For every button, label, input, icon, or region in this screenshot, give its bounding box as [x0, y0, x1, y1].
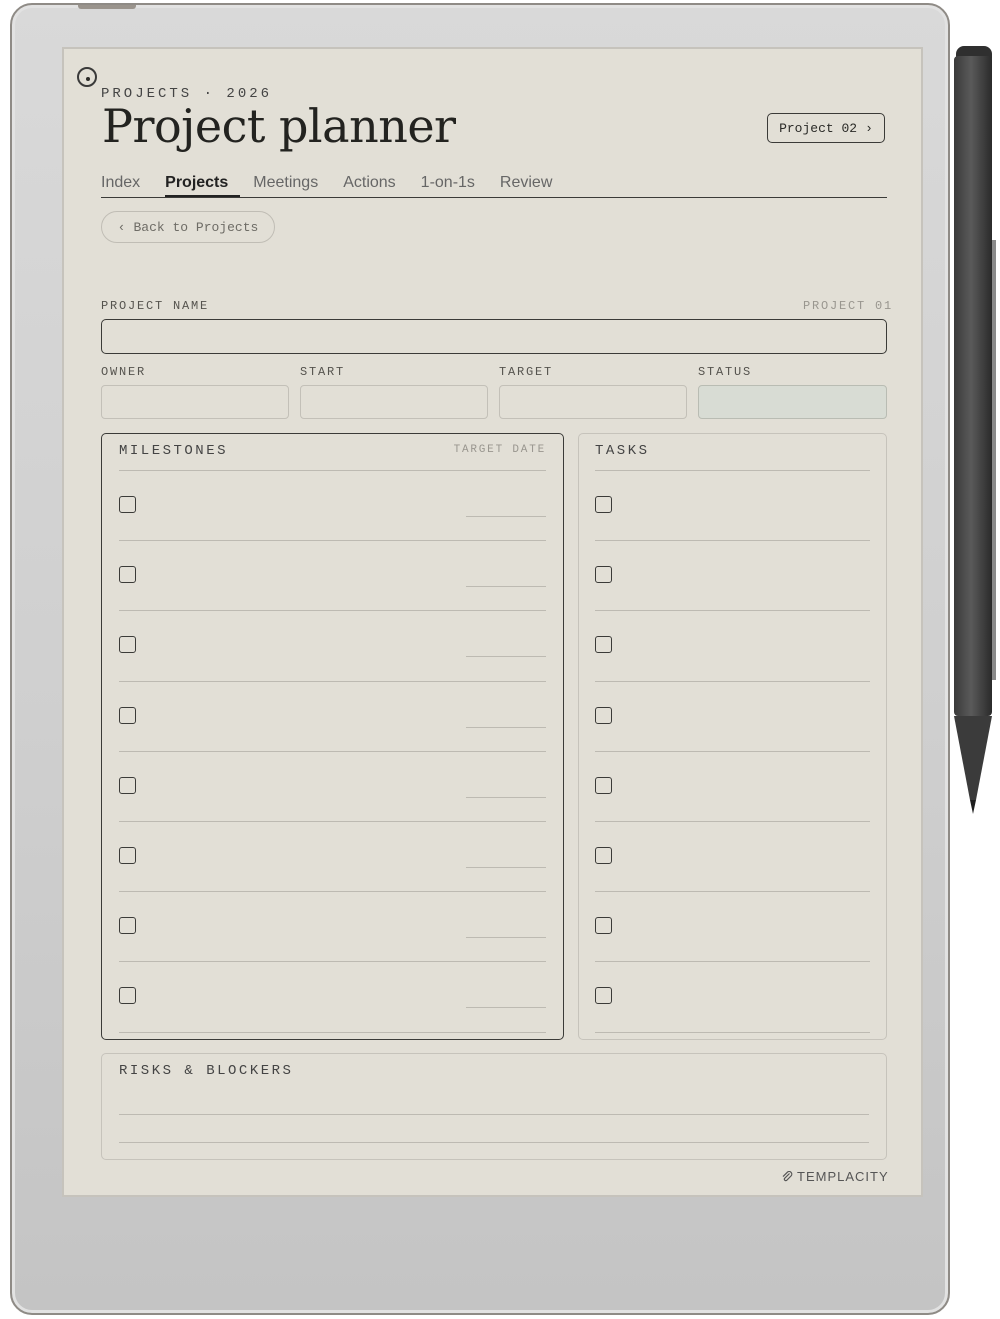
project-number: PROJECT 01 — [803, 299, 894, 313]
back-button-label: Back to Projects — [133, 219, 259, 235]
stylus-pen — [954, 46, 996, 814]
row-line[interactable] — [595, 610, 870, 612]
checkbox[interactable] — [595, 706, 612, 724]
checkbox[interactable] — [119, 847, 136, 864]
row-line[interactable] — [119, 961, 546, 963]
target-date-header: TARGET DATE — [453, 444, 546, 456]
power-button — [78, 5, 136, 9]
row-line[interactable] — [595, 680, 870, 682]
tab-index[interactable]: Index — [101, 173, 152, 197]
risks-title: RISKS & BLOCKERS — [119, 1063, 294, 1079]
chevron-left-icon: ‹ — [117, 219, 126, 235]
row-line[interactable] — [119, 680, 546, 682]
risks-panel: RISKS & BLOCKERS — [101, 1053, 887, 1160]
milestones-header-rule — [119, 470, 546, 471]
back-to-projects-button[interactable]: ‹ Back to Projects — [101, 211, 275, 243]
checkbox[interactable] — [119, 987, 136, 1005]
owner-label: OWNER — [101, 365, 147, 379]
row-line[interactable] — [595, 540, 870, 542]
status-field[interactable] — [698, 385, 887, 419]
home-icon[interactable] — [77, 67, 97, 87]
next-project-label: Project 02 — [779, 120, 858, 136]
row-line[interactable] — [119, 750, 546, 752]
target-date-line[interactable] — [466, 796, 546, 798]
checkbox[interactable] — [595, 987, 612, 1005]
start-label: START — [300, 365, 346, 379]
chevron-right-icon: › — [865, 120, 873, 136]
status-label: STATUS — [698, 365, 753, 379]
target-date-line[interactable] — [466, 867, 546, 868]
templacity-logo: TEMPLACITY — [781, 1169, 889, 1184]
logo-text: TEMPLACITY — [797, 1169, 889, 1184]
risks-line[interactable] — [119, 1142, 869, 1143]
project-name-field[interactable] — [101, 319, 887, 354]
target-date-line[interactable] — [466, 726, 546, 728]
milestones-panel: MILESTONES TARGET DATE — [101, 433, 564, 1040]
row-line[interactable] — [595, 961, 870, 963]
checkbox[interactable] — [595, 566, 612, 584]
checkbox[interactable] — [119, 706, 136, 724]
target-date-line[interactable] — [466, 586, 546, 588]
target-label: TARGET — [499, 365, 554, 379]
checkbox[interactable] — [595, 917, 612, 935]
row-line[interactable] — [595, 1031, 870, 1033]
row-line[interactable] — [595, 750, 870, 752]
row-line[interactable] — [119, 610, 546, 612]
tab-review[interactable]: Review — [500, 173, 564, 197]
checkbox[interactable] — [595, 636, 612, 654]
checkbox[interactable] — [119, 636, 136, 654]
tab-bar: Index Projects Meetings Actions 1-on-1s … — [101, 173, 887, 198]
row-line[interactable] — [119, 891, 546, 893]
tablet-device: PROJECTS · 2026 Project planner Project … — [10, 3, 950, 1315]
target-date-line[interactable] — [466, 656, 546, 658]
checkbox[interactable] — [119, 496, 136, 513]
checkbox[interactable] — [119, 566, 136, 584]
target-date-line[interactable] — [466, 937, 546, 939]
page-title: Project planner — [102, 99, 456, 153]
tasks-panel: TASKS — [578, 433, 887, 1040]
target-date-line[interactable] — [466, 516, 546, 517]
row-line[interactable] — [119, 1031, 546, 1033]
next-project-button[interactable]: Project 02 › — [767, 113, 885, 143]
checkbox[interactable] — [595, 847, 612, 864]
tasks-title: TASKS — [595, 443, 650, 459]
target-date-line[interactable] — [466, 1007, 546, 1009]
project-name-label: PROJECT NAME — [101, 299, 210, 313]
tab-meetings[interactable]: Meetings — [253, 173, 330, 197]
checkbox[interactable] — [595, 776, 612, 794]
target-field[interactable] — [499, 385, 687, 419]
paperclip-icon — [782, 1170, 793, 1181]
row-line[interactable] — [595, 821, 870, 822]
row-line[interactable] — [119, 540, 546, 542]
tasks-header-rule — [595, 470, 870, 471]
row-line[interactable] — [595, 891, 870, 893]
row-line[interactable] — [119, 821, 546, 822]
owner-field[interactable] — [101, 385, 289, 419]
checkbox[interactable] — [595, 496, 612, 513]
risks-line[interactable] — [119, 1114, 869, 1115]
checkbox[interactable] — [119, 776, 136, 794]
milestones-title: MILESTONES — [119, 443, 229, 459]
tab-actions[interactable]: Actions — [343, 173, 407, 197]
checkbox[interactable] — [119, 917, 136, 935]
tab-1-on-1s[interactable]: 1-on-1s — [421, 173, 487, 197]
start-field[interactable] — [300, 385, 488, 419]
planner-page: PROJECTS · 2026 Project planner Project … — [62, 47, 923, 1197]
tab-projects[interactable]: Projects — [165, 173, 241, 197]
